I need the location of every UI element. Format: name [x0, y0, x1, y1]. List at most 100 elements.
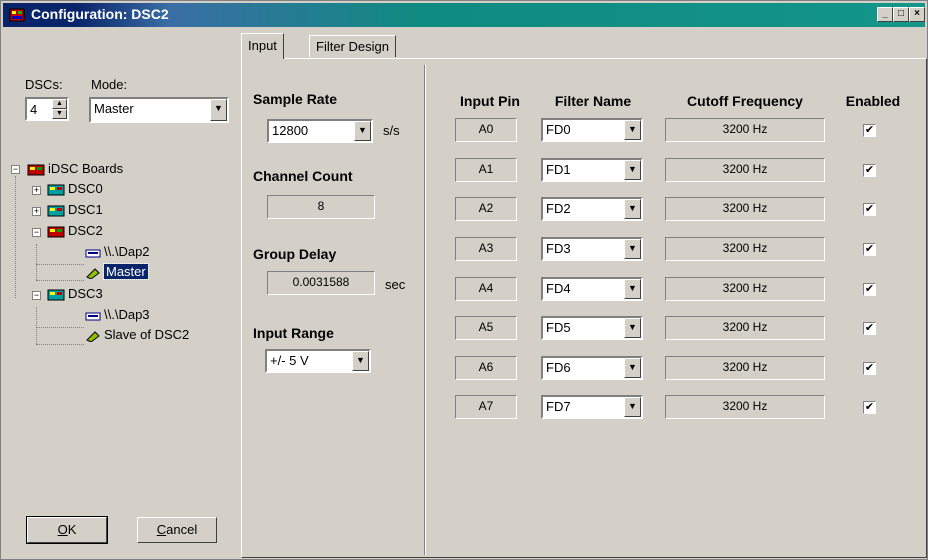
enabled-checkbox[interactable]: ✔ [863, 164, 876, 177]
enabled-checkbox[interactable]: ✔ [863, 401, 876, 414]
header-cutoff-frequency: Cutoff Frequency [687, 93, 803, 109]
sample-rate-label: Sample Rate [253, 91, 338, 107]
enabled-checkbox[interactable]: ✔ [863, 203, 876, 216]
mode-value: Master [94, 101, 134, 116]
cutoff-cell: 3200 Hz [665, 118, 825, 142]
expand-dsc0-icon[interactable]: + [32, 186, 41, 195]
app-icon [9, 8, 25, 22]
sample-rate-value: 12800 [272, 123, 309, 138]
chevron-down-icon[interactable]: ▼ [354, 121, 371, 141]
tree-item-dsc0[interactable]: DSC0 [47, 181, 103, 196]
group-delay-value: 0.0031588 [267, 271, 375, 295]
dscs-value: 4 [30, 102, 38, 117]
input-pin-cell: A7 [455, 395, 517, 419]
cutoff-cell: 3200 Hz [665, 356, 825, 380]
tree-item-dsc3[interactable]: DSC3 [47, 286, 103, 301]
tree-item-dsc3-slave[interactable]: Slave of DSC2 [85, 327, 189, 342]
dscs-spinner[interactable]: 4 ▲ ▼ [25, 97, 69, 121]
tab-input[interactable]: Input [241, 33, 284, 59]
input-pin-cell: A1 [455, 158, 517, 182]
cutoff-cell: 3200 Hz [665, 237, 825, 261]
board-icon [47, 289, 65, 301]
chevron-down-icon[interactable]: ▼ [624, 318, 641, 338]
mode-select[interactable]: Master ▼ [89, 97, 229, 123]
configuration-window: Configuration: DSC2 _ □ × DSCs: Mode: 4 … [0, 0, 928, 560]
group-delay-label: Group Delay [253, 246, 337, 262]
device-icon [85, 249, 101, 258]
board-icon [47, 205, 65, 217]
chip-icon [86, 330, 100, 342]
ok-button[interactable]: OK [26, 516, 108, 544]
tree-item-dsc1[interactable]: DSC1 [47, 202, 103, 217]
expand-dsc1-icon[interactable]: + [32, 207, 41, 216]
filter-select[interactable]: FD0 ▼ [541, 118, 643, 142]
spin-down-icon[interactable]: ▼ [52, 109, 67, 119]
enabled-checkbox[interactable]: ✔ [863, 322, 876, 335]
chevron-down-icon[interactable]: ▼ [624, 120, 641, 140]
chevron-down-icon[interactable]: ▼ [624, 358, 641, 378]
enabled-checkbox[interactable]: ✔ [863, 243, 876, 256]
cutoff-cell: 3200 Hz [665, 395, 825, 419]
input-range-value: +/- 5 V [270, 353, 309, 368]
device-icon [85, 312, 101, 321]
sample-rate-unit: s/s [383, 123, 400, 138]
board-tree: − iDSC Boards + DSC0 + DSC1 − DSC2 \\.\D… [9, 159, 229, 399]
collapse-root-icon[interactable]: − [11, 165, 20, 174]
chevron-down-icon[interactable]: ▼ [624, 239, 641, 259]
dscs-label: DSCs: [25, 77, 63, 92]
header-filter-name: Filter Name [554, 93, 632, 109]
board-icon [47, 226, 65, 238]
group-delay-unit: sec [385, 277, 406, 292]
chevron-down-icon[interactable]: ▼ [624, 199, 641, 219]
chevron-down-icon[interactable]: ▼ [352, 351, 369, 371]
minimize-button[interactable]: _ [877, 7, 893, 22]
panel-divider [424, 65, 426, 555]
window-title: Configuration: DSC2 [31, 6, 169, 22]
tree-item-dap3[interactable]: \\.\Dap3 [85, 307, 150, 322]
cutoff-cell: 3200 Hz [665, 158, 825, 182]
collapse-dsc3-icon[interactable]: − [32, 291, 41, 300]
chevron-down-icon[interactable]: ▼ [624, 397, 641, 417]
enabled-checkbox[interactable]: ✔ [863, 283, 876, 296]
collapse-dsc2-icon[interactable]: − [32, 228, 41, 237]
tree-item-dsc2-master[interactable]: Master [85, 263, 149, 280]
input-range-select[interactable]: +/- 5 V ▼ [265, 349, 371, 373]
cutoff-cell: 3200 Hz [665, 316, 825, 340]
selected-label: Master [103, 263, 149, 280]
enabled-checkbox[interactable]: ✔ [863, 362, 876, 375]
cutoff-cell: 3200 Hz [665, 277, 825, 301]
header-input-pin: Input Pin [460, 93, 520, 109]
boards-icon [27, 164, 45, 176]
maximize-button[interactable]: □ [893, 7, 909, 22]
filter-select[interactable]: FD4 ▼ [541, 277, 643, 301]
header-enabled: Enabled [845, 93, 901, 109]
filter-select[interactable]: FD6 ▼ [541, 356, 643, 380]
enabled-checkbox[interactable]: ✔ [863, 124, 876, 137]
board-icon [47, 184, 65, 196]
sample-rate-select[interactable]: 12800 ▼ [267, 119, 373, 143]
tab-filter-design[interactable]: Filter Design [309, 35, 396, 57]
mode-label: Mode: [91, 77, 128, 92]
chip-icon [86, 267, 100, 279]
chevron-down-icon[interactable]: ▼ [624, 279, 641, 299]
filter-select[interactable]: FD1 ▼ [541, 158, 643, 182]
input-pin-cell: A4 [455, 277, 517, 301]
spin-up-icon[interactable]: ▲ [52, 99, 67, 109]
tree-item-dsc2[interactable]: DSC2 [47, 223, 103, 238]
title-bar[interactable]: Configuration: DSC2 _ □ × [3, 3, 925, 27]
cutoff-cell: 3200 Hz [665, 197, 825, 221]
chevron-down-icon[interactable]: ▼ [624, 160, 641, 180]
filter-select[interactable]: FD5 ▼ [541, 316, 643, 340]
close-button[interactable]: × [909, 7, 925, 22]
filter-select[interactable]: FD7 ▼ [541, 395, 643, 419]
filter-select[interactable]: FD2 ▼ [541, 197, 643, 221]
chevron-down-icon[interactable]: ▼ [210, 99, 227, 121]
filter-select[interactable]: FD3 ▼ [541, 237, 643, 261]
channel-count-label: Channel Count [253, 168, 353, 184]
input-pin-cell: A2 [455, 197, 517, 221]
tree-item-dap2[interactable]: \\.\Dap2 [85, 244, 150, 259]
tree-item-root[interactable]: iDSC Boards [27, 161, 123, 176]
input-pin-cell: A5 [455, 316, 517, 340]
cancel-button[interactable]: Cancel [137, 517, 217, 543]
input-pin-cell: A3 [455, 237, 517, 261]
